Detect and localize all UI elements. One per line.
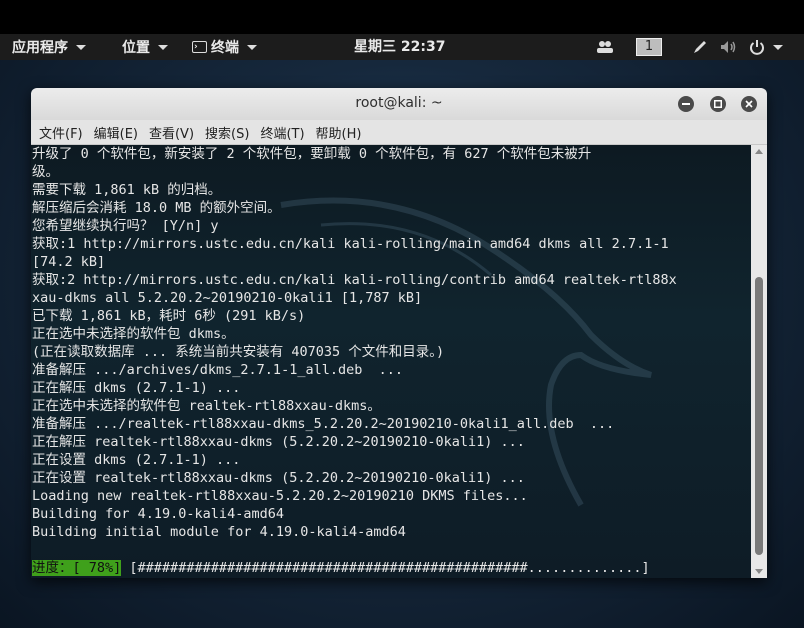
menu-file[interactable]: 文件(F): [39, 123, 83, 142]
terminal-line: (正在读取数据库 ... 系统当前共安装有 407035 个文件和目录。): [32, 344, 445, 360]
terminal-line: 级。: [32, 164, 59, 180]
close-icon[interactable]: [741, 96, 757, 112]
terminal-line: 正在解压 realtek-rtl88xxau-dkms (5.2.20.2~20…: [32, 434, 525, 450]
top-letterbox: [0, 0, 804, 34]
maximize-icon[interactable]: [710, 96, 726, 112]
terminal-icon: ›: [192, 41, 207, 53]
terminal-line: Building initial module for 4.19.0-kali4…: [32, 524, 406, 540]
progress-line: 进度：[ 78%] [#############################…: [32, 559, 650, 577]
terminal-line: [74.2 kB]: [32, 254, 106, 270]
terminal-line: 正在设置 dkms (2.7.1-1) ...: [32, 452, 241, 468]
terminal-line: 解压缩后会消耗 18.0 MB 的额外空间。: [32, 200, 281, 216]
workspace-indicator[interactable]: 1: [636, 38, 662, 56]
chevron-down-icon: [76, 44, 86, 50]
terminal-line: Building for 4.19.0-kali4-amd64: [32, 506, 284, 522]
scroll-up-icon[interactable]: [755, 149, 763, 154]
volume-icon[interactable]: [720, 34, 738, 60]
window-title: root@kali: ~: [355, 95, 443, 111]
progress-label: 进度：[ 78%]: [32, 560, 122, 576]
terminal-line: 升级了 0 个软件包，新安装了 2 个软件包，要卸载 0 个软件包，有 627 …: [32, 146, 592, 162]
applications-menu[interactable]: 应用程序: [12, 34, 86, 60]
people-icon[interactable]: [596, 34, 614, 60]
terminal-line: 您希望继续执行吗？ [Y/n] y: [32, 218, 219, 234]
terminal-line: Loading new realtek-rtl88xxau-5.2.20.2~2…: [32, 488, 528, 504]
clock[interactable]: 星期三 22:37: [354, 34, 445, 60]
scroll-down-icon[interactable]: [755, 569, 763, 574]
progress-bar: [#######################################…: [129, 560, 650, 576]
terminal-line: 准备解压 .../archives/dkms_2.7.1-1_all.deb .…: [32, 362, 403, 378]
power-icon: [750, 40, 764, 55]
terminal-line: 正在选中未选择的软件包 dkms。: [32, 326, 235, 342]
menu-view[interactable]: 查看(V): [149, 123, 194, 142]
menu-terminal[interactable]: 终端(T): [260, 123, 304, 142]
power-menu[interactable]: [749, 34, 783, 60]
terminal-output[interactable]: 升级了 0 个软件包，新安装了 2 个软件包，要卸载 0 个软件包，有 627 …: [31, 145, 751, 578]
chevron-down-icon: [247, 44, 257, 50]
applications-label: 应用程序: [12, 40, 68, 56]
chevron-down-icon: [158, 44, 168, 50]
minimize-icon[interactable]: [678, 96, 694, 112]
terminal-app-label: 终端: [211, 40, 239, 56]
places-menu[interactable]: 位置: [122, 34, 168, 60]
terminal-line: 已下载 1,861 kB，耗时 6秒 (291 kB/s): [32, 308, 306, 324]
terminal-line: 准备解压 .../realtek-rtl88xxau-dkms_5.2.20.2…: [32, 416, 615, 432]
terminal-app-menu[interactable]: › 终端: [192, 34, 257, 60]
menu-help[interactable]: 帮助(H): [316, 123, 362, 142]
scrollbar[interactable]: [751, 145, 767, 578]
terminal-line: 正在选中未选择的软件包 realtek-rtl88xxau-dkms。: [32, 398, 381, 414]
places-label: 位置: [122, 40, 150, 56]
terminal-line: xau-dkms all 5.2.20.2~20190210-0kali1 [1…: [32, 290, 423, 306]
menu-bar: 文件(F) 编辑(E) 查看(V) 搜索(S) 终端(T) 帮助(H): [31, 120, 767, 145]
terminal-line: 正在解压 dkms (2.7.1-1) ...: [32, 380, 241, 396]
menu-search[interactable]: 搜索(S): [205, 123, 249, 142]
terminal-window: root@kali: ~ 文件(F) 编辑(E) 查看(V) 搜索(S) 终端(…: [31, 88, 767, 578]
terminal-line: 获取:1 http://mirrors.ustc.edu.cn/kali kal…: [32, 236, 669, 252]
pen-icon[interactable]: [692, 34, 708, 60]
menu-edit[interactable]: 编辑(E): [94, 123, 138, 142]
scrollbar-thumb[interactable]: [755, 277, 763, 555]
terminal-line: 正在设置 realtek-rtl88xxau-dkms (5.2.20.2~20…: [32, 470, 525, 486]
chevron-down-icon: [773, 44, 783, 50]
top-panel: 应用程序 位置 › 终端 星期三 22:37 1: [0, 34, 804, 60]
terminal-line: 获取:2 http://mirrors.ustc.edu.cn/kali kal…: [32, 272, 677, 288]
terminal-line: 需要下载 1,861 kB 的归档。: [32, 182, 222, 198]
window-titlebar[interactable]: root@kali: ~: [31, 88, 767, 120]
